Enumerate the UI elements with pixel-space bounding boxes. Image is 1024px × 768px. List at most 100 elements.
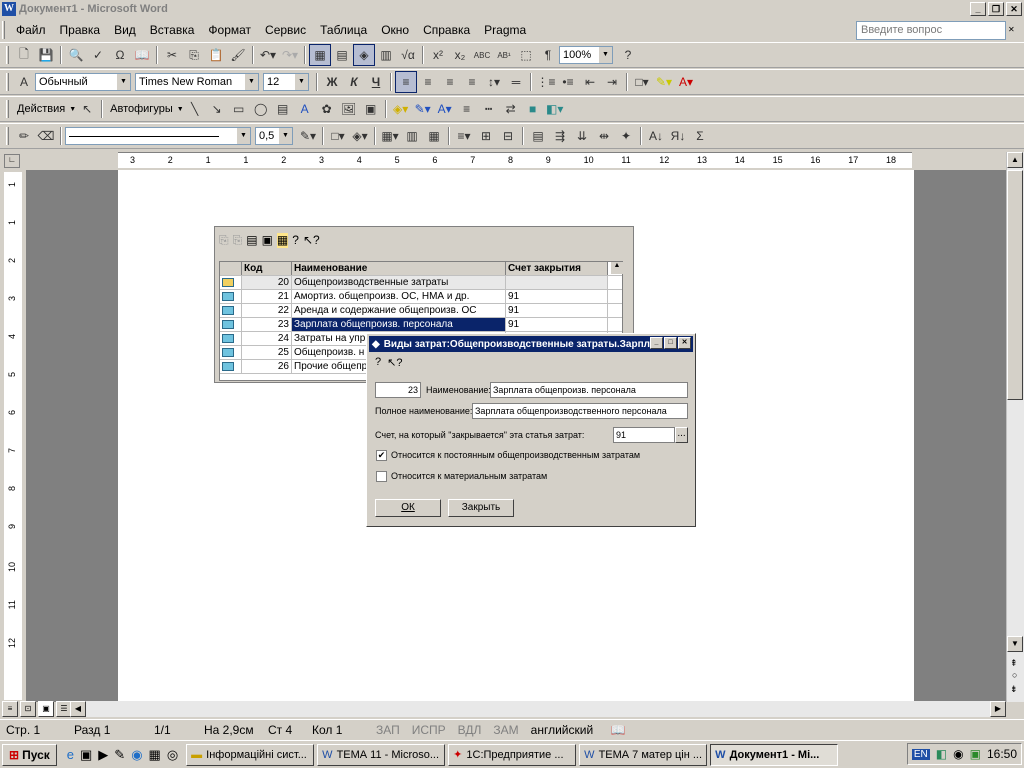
- media-player-icon[interactable]: ▶: [98, 747, 108, 763]
- chevron-down-icon[interactable]: ▼: [237, 128, 250, 144]
- minimize-button[interactable]: _: [970, 2, 986, 16]
- menu-edit[interactable]: Правка: [53, 20, 108, 40]
- menu-grip[interactable]: [2, 21, 5, 39]
- bold-button[interactable]: Ж: [321, 71, 343, 93]
- ask-question-input[interactable]: Введите вопрос: [856, 21, 1006, 40]
- spelling-icon[interactable]: ✓: [87, 44, 109, 66]
- print-preview-icon[interactable]: 🔍: [65, 44, 87, 66]
- scroll-right-icon[interactable]: ▶: [990, 701, 1006, 717]
- code-field[interactable]: 23: [375, 382, 421, 398]
- scroll-thumb[interactable]: [1007, 170, 1023, 400]
- dialog-close-button[interactable]: ✕: [678, 337, 691, 349]
- context-help-icon[interactable]: ↖?: [303, 233, 320, 248]
- grid-scroll-up-icon[interactable]: ▲: [611, 262, 623, 274]
- repeat-header-icon[interactable]: ⇊: [571, 125, 593, 147]
- line-style-select[interactable]: ▼: [65, 127, 251, 145]
- sort-ascending-icon[interactable]: A↓: [645, 125, 667, 147]
- app2-icon[interactable]: ◎: [167, 747, 178, 763]
- research-icon[interactable]: 📖: [131, 44, 153, 66]
- drawing-icon[interactable]: ◈: [353, 44, 375, 66]
- ab-superscript-icon[interactable]: AB¹: [493, 44, 515, 66]
- scroll-left-icon[interactable]: ◀: [70, 701, 86, 717]
- desktop-icon[interactable]: ▣: [80, 747, 92, 763]
- vertical-scrollbar[interactable]: ▲ ▼ ⇞ ○ ⇟: [1006, 152, 1024, 702]
- line-icon[interactable]: ╲: [184, 98, 206, 120]
- insert-table-icon[interactable]: ▤: [331, 44, 353, 66]
- dialog-minimize-button[interactable]: _: [650, 337, 663, 349]
- material-costs-checkbox[interactable]: [376, 471, 387, 482]
- font-color-icon[interactable]: A▾: [675, 71, 697, 93]
- font-size-select[interactable]: 12 ▼: [263, 73, 309, 91]
- web-view-icon[interactable]: ⊡: [20, 701, 36, 717]
- menu-view[interactable]: Вид: [107, 20, 143, 40]
- new-document-icon[interactable]: 🗋: [13, 44, 35, 66]
- scroll-up-icon[interactable]: ▲: [1007, 152, 1023, 168]
- help-icon[interactable]: ?: [375, 356, 381, 369]
- redo-icon[interactable]: ↷▾: [279, 44, 301, 66]
- context-help-icon[interactable]: ↖?: [387, 356, 402, 369]
- equation-icon[interactable]: √α: [397, 44, 419, 66]
- select-browse-object-icon[interactable]: ○: [1012, 670, 1017, 680]
- insert-object-icon[interactable]: ⬚: [515, 44, 537, 66]
- chevron-down-icon[interactable]: ▼: [177, 106, 184, 113]
- toolbar-grip[interactable]: [6, 100, 9, 118]
- distribute-columns-icon[interactable]: ⊟: [497, 125, 519, 147]
- align-right-icon[interactable]: ≡: [439, 71, 461, 93]
- horizontal-ruler[interactable]: 3 2 1 1 2 3 4 5 6 7 8 9 10 11 12 13 14 15 16 17 18: [118, 152, 912, 168]
- menu-table[interactable]: Таблица: [313, 20, 374, 40]
- arrow-style-icon[interactable]: ⇄: [500, 98, 522, 120]
- help-icon[interactable]: ?: [292, 233, 299, 248]
- save-icon[interactable]: 💾: [35, 44, 57, 66]
- grid-header-code[interactable]: Код: [242, 262, 292, 275]
- italic-button[interactable]: К: [343, 71, 365, 93]
- task-tema11[interactable]: W ТЕМА 11 - Microso...: [317, 743, 446, 766]
- close-dialog-button[interactable]: Закрыть: [448, 499, 514, 517]
- volume-icon[interactable]: ◉: [953, 747, 963, 761]
- copy-icon[interactable]: ⎘: [219, 233, 229, 248]
- table-row[interactable]: 21 Амортиз. общепроизв. ОС, НМА и др. 91: [220, 290, 622, 304]
- border-color-icon[interactable]: ✎▾: [297, 125, 319, 147]
- shading-color-icon[interactable]: ◈▾: [349, 125, 371, 147]
- shadow-icon[interactable]: ■: [522, 98, 544, 120]
- align-cell-icon[interactable]: ≡▾: [453, 125, 475, 147]
- fill-color-icon[interactable]: ◈▾: [390, 98, 412, 120]
- chevron-down-icon[interactable]: ▼: [295, 74, 308, 90]
- align-center-icon[interactable]: ≡: [417, 71, 439, 93]
- autoshapes-menu[interactable]: Автофигуры: [106, 99, 177, 119]
- merge-cells-icon[interactable]: ▥: [401, 125, 423, 147]
- text-direction-icon[interactable]: ⇶: [549, 125, 571, 147]
- style-select[interactable]: Обычный ▼: [35, 73, 131, 91]
- menu-pragma[interactable]: Pragma: [477, 20, 533, 40]
- grid-header-name[interactable]: Наименование: [292, 262, 506, 275]
- fixed-costs-checkbox[interactable]: ✔: [376, 450, 387, 461]
- doc-close-icon[interactable]: ✕: [1008, 25, 1015, 34]
- horizontal-scrollbar[interactable]: ◀ ▶: [70, 701, 1006, 717]
- tab-selector[interactable]: ∟: [4, 154, 20, 168]
- menu-format[interactable]: Формат: [201, 20, 258, 40]
- actions-menu[interactable]: Действия: [13, 99, 69, 119]
- autofit-icon[interactable]: ⇹: [593, 125, 615, 147]
- toolbar-grip[interactable]: [6, 73, 9, 91]
- arrow-icon[interactable]: ↘: [206, 98, 228, 120]
- help-icon[interactable]: ?: [617, 44, 639, 66]
- bullets-icon[interactable]: •≡: [557, 71, 579, 93]
- underline-button[interactable]: Ч: [365, 71, 387, 93]
- ie-icon[interactable]: e: [67, 747, 74, 763]
- grid-header-account[interactable]: Счет закрытия: [506, 262, 608, 275]
- task-info-systems[interactable]: ▬ Інформаційні сист...: [186, 743, 315, 766]
- menu-tools[interactable]: Сервис: [258, 20, 313, 40]
- dialog-titlebar[interactable]: ◆ Виды затрат:Общепроизводственные затра…: [369, 336, 693, 352]
- close-button[interactable]: ✕: [1006, 2, 1022, 16]
- hierarchy-icon[interactable]: ▦: [276, 233, 289, 248]
- table-row[interactable]: 22 Аренда и содержание общепроизв. ОС 91: [220, 304, 622, 318]
- menu-window[interactable]: Окно: [374, 20, 416, 40]
- distribute-rows-icon[interactable]: ⊞: [475, 125, 497, 147]
- chevron-down-icon[interactable]: ▼: [69, 106, 76, 113]
- browser-icon[interactable]: ◉: [131, 747, 142, 763]
- vertical-ruler[interactable]: 1 1 2 3 4 5 6 7 8 9 10 11 12: [4, 172, 22, 700]
- ok-button[interactable]: ОК: [375, 499, 441, 517]
- undo-icon[interactable]: ↶▾: [257, 44, 279, 66]
- wordart-icon[interactable]: A: [294, 98, 316, 120]
- tool-icon[interactable]: ✎: [114, 747, 125, 763]
- symbol-icon[interactable]: Ω: [109, 44, 131, 66]
